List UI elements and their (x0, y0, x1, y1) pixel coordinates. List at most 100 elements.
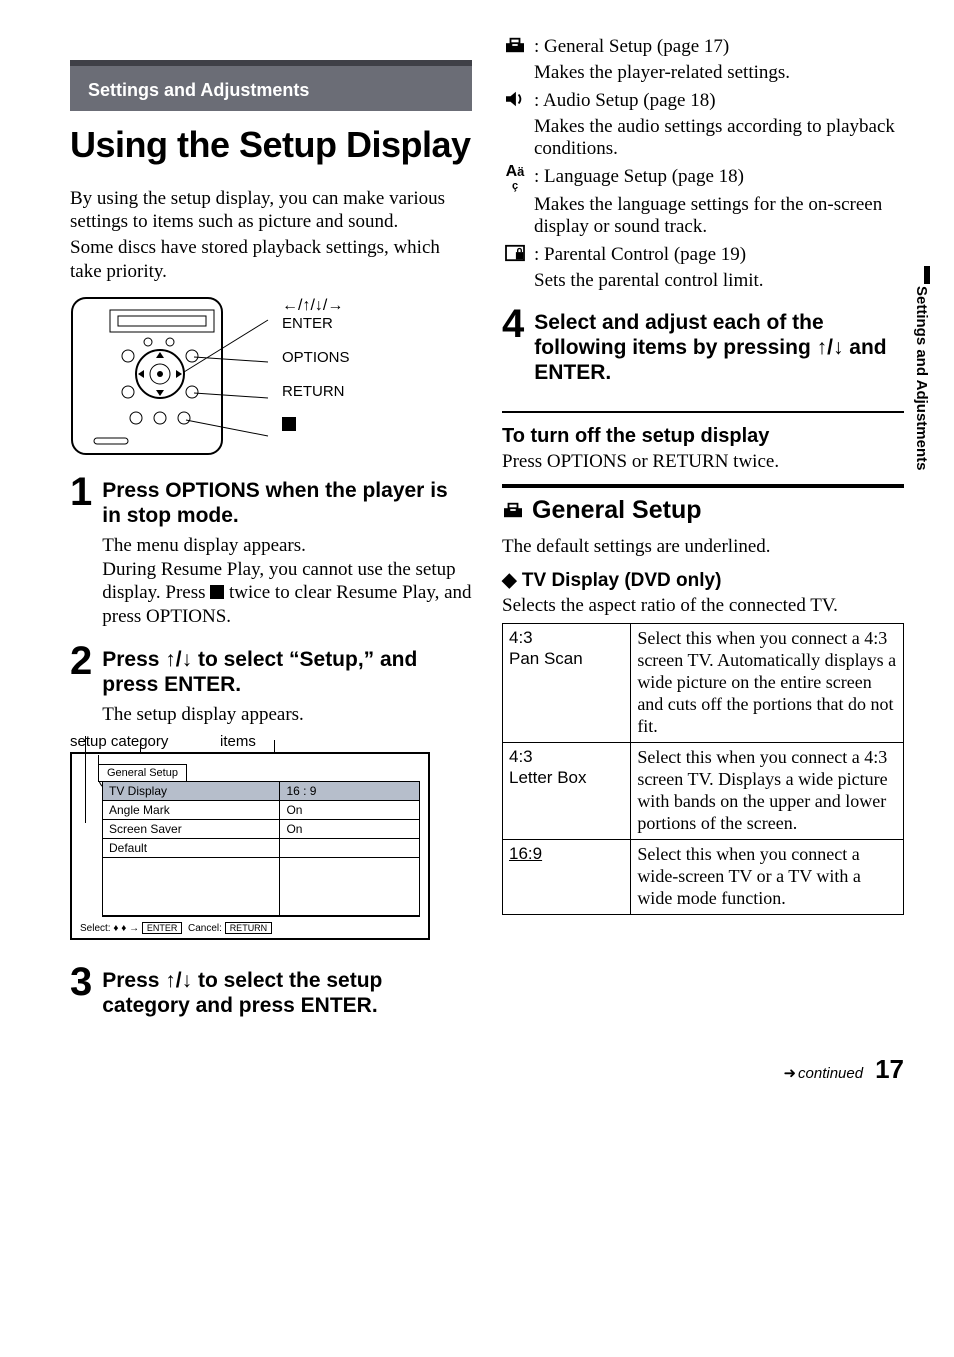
general-setup-title: General Setup (532, 496, 702, 525)
setup-fig-footer: Select: ♦ ♦ → ENTER Cancel: RETURN (72, 917, 428, 938)
step-2-desc: The setup display appears. (102, 703, 472, 727)
remote-label-return: RETURN (282, 383, 350, 401)
list-item: : General Setup (page 17) (502, 36, 904, 60)
page-footer: continued 17 (70, 1054, 904, 1085)
icon-label-text: Language Setup (page 18) (544, 166, 744, 187)
remote-label-options: OPTIONS (282, 349, 350, 367)
setup-fig-header-labels: setup category items (70, 733, 472, 750)
icon-label-text: Parental Control (page 19) (544, 244, 746, 265)
opt-line2: Pan Scan (509, 649, 583, 668)
tv-display-heading: ◆ TV Display (DVD only) (502, 569, 904, 592)
opt-line2: Letter Box (509, 768, 587, 787)
label-setup-category: setup category (70, 733, 220, 750)
table-row: Default (103, 839, 419, 858)
icon-item-desc: Makes the audio settings according to pl… (534, 116, 904, 160)
list-item: : Audio Setup (page 18) (502, 90, 904, 114)
side-tab: Settings and Adjustments (913, 286, 930, 470)
setup-tab: General Setup (98, 764, 187, 782)
arrow-down-icon: ♦ (121, 923, 126, 934)
label-items: items (220, 733, 256, 750)
table-row: Screen Saver On (103, 820, 419, 839)
option-desc: Select this when you connect a wide-scre… (631, 839, 904, 914)
icon-item-name: : General Setup (page 17) (534, 36, 904, 58)
table-row: 4:3 Pan Scan Select this when you connec… (503, 624, 904, 743)
right-column: : General Setup (page 17) Makes the play… (502, 30, 904, 1024)
footer-cancel-label: Cancel: (188, 923, 222, 934)
stop-icon (282, 417, 296, 431)
cell: 16 : 9 (280, 782, 419, 801)
general-setup-intro: The default settings are underlined. (502, 535, 904, 559)
tv-display-desc: Selects the aspect ratio of the connecte… (502, 594, 904, 618)
turn-off-heading: To turn off the setup display (502, 425, 904, 448)
step-3: 3 Press ↑/↓ to select the setup category… (70, 964, 472, 1024)
table-row: Angle Mark On (103, 801, 419, 820)
icon-label-text: General Setup (page 17) (544, 36, 729, 57)
step-1: 1 Press OPTIONS when the player is in st… (70, 474, 472, 629)
step-2-num: 2 (70, 643, 92, 679)
setup-category-list: : General Setup (page 17) Makes the play… (502, 36, 904, 292)
icon-item-name: : Audio Setup (page 18) (534, 90, 904, 112)
list-item: : Parental Control (page 19) (502, 244, 904, 268)
cell: Angle Mark (103, 801, 280, 820)
step-1-num: 1 (70, 474, 92, 510)
step-2-title: Press ↑/↓ to select “Setup,” and press E… (102, 647, 472, 697)
cell: Default (103, 839, 280, 858)
cell: TV Display (103, 782, 280, 801)
return-key-box: RETURN (225, 922, 273, 934)
tv-display-table: 4:3 Pan Scan Select this when you connec… (502, 623, 904, 914)
option-desc: Select this when you connect a 4:3 scree… (631, 743, 904, 840)
option-desc: Select this when you connect a 4:3 scree… (631, 624, 904, 743)
cell: Screen Saver (103, 820, 280, 839)
enter-key-box: ENTER (142, 922, 183, 934)
table-row-empty (103, 858, 419, 916)
direction-arrows: ←/↑/↓/→ (282, 297, 343, 314)
step-4-num: 4 (502, 306, 524, 342)
step-4-title: Select and adjust each of the following … (534, 310, 904, 386)
step-2: 2 Press ↑/↓ to select “Setup,” and press… (70, 643, 472, 727)
remote-label-enter: ENTER (282, 315, 333, 332)
step-1-title: Press OPTIONS when the player is in stop… (102, 478, 472, 528)
icon-label-text: Audio Setup (page 18) (543, 90, 716, 111)
opt-line1: 4:3 (509, 747, 533, 766)
arrow-up-icon: ♦ (113, 923, 118, 934)
option-name: 4:3 Letter Box (503, 743, 631, 840)
table-row: TV Display 16 : 9 (103, 782, 419, 801)
icon-item-name: : Language Setup (page 18) (534, 166, 904, 188)
speaker-icon (502, 90, 528, 114)
icon-item-desc: Makes the player-related settings. (534, 62, 904, 84)
table-row: 4:3 Letter Box Select this when you conn… (503, 743, 904, 840)
page-title: Using the Setup Display (70, 125, 472, 165)
section-rule (502, 484, 904, 488)
list-item: Aäç : Language Setup (page 18) (502, 166, 904, 192)
cell (280, 839, 419, 858)
step-4: 4 Select and adjust each of the followin… (502, 306, 904, 392)
turn-off-body: Press OPTIONS or RETURN twice. (502, 450, 904, 474)
step-1-desc: The menu display appears. During Resume … (102, 534, 472, 629)
toolbox-icon (502, 36, 528, 60)
setup-table: TV Display 16 : 9 Angle Mark On Screen S… (103, 782, 419, 916)
step-3-title: Press ↑/↓ to select the setup category a… (102, 968, 472, 1018)
language-icon: Aäç (502, 166, 528, 192)
setup-display-figure: General Setup TV Display 16 : 9 Angle Ma… (70, 752, 430, 940)
remote-label-directions: ←/↑/↓/→ ENTER (282, 296, 350, 333)
cell: On (280, 820, 419, 839)
icon-item-desc: Sets the parental control limit. (534, 270, 904, 292)
intro-p1: By using the setup display, you can make… (70, 187, 472, 235)
continued-label: continued (783, 1064, 863, 1082)
table-row: 16:9 Select this when you connect a wide… (503, 839, 904, 914)
toolbox-icon (502, 501, 524, 519)
cell: On (280, 801, 419, 820)
stop-icon-inline (210, 585, 224, 599)
left-column: Settings and Adjustments Using the Setup… (70, 30, 472, 1024)
remote-diagram: ←/↑/↓/→ ENTER OPTIONS RETURN (70, 296, 472, 456)
intro-p2: Some discs have stored playback settings… (70, 236, 472, 284)
page-number: 17 (875, 1054, 904, 1085)
arrow-right-icon: → (129, 923, 139, 934)
icon-item-name: : Parental Control (page 19) (534, 244, 904, 266)
option-name: 4:3 Pan Scan (503, 624, 631, 743)
section-header: Settings and Adjustments (70, 60, 472, 111)
general-setup-heading: General Setup (502, 496, 904, 525)
divider (502, 411, 904, 413)
footer-select-label: Select: (80, 923, 111, 934)
opt-line1: 16:9 (509, 844, 542, 863)
